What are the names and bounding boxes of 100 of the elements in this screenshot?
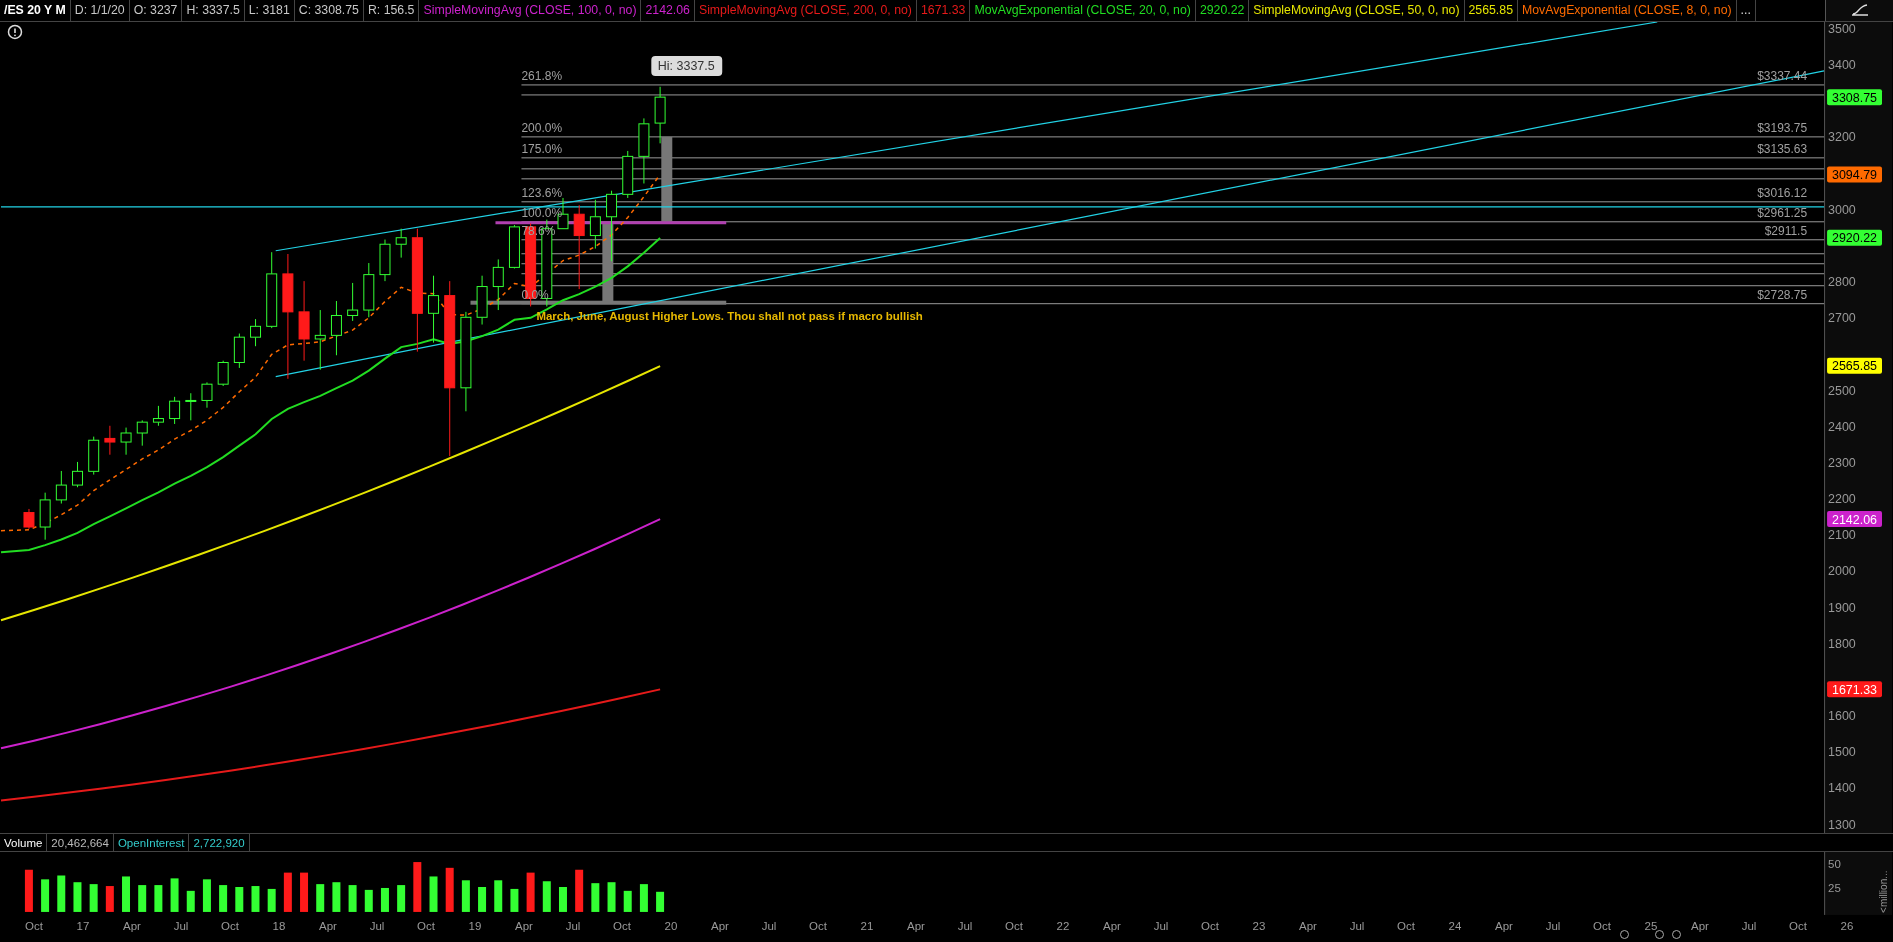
time-axis-label: Apr	[515, 920, 533, 933]
candlestick	[201, 381, 213, 409]
study-label[interactable]: SimpleMovingAvg (CLOSE, 50, 0, no)	[1249, 0, 1465, 21]
time-axis-label: 18	[272, 920, 286, 933]
candlestick	[217, 360, 229, 387]
time-axis-label: Oct	[1593, 920, 1611, 933]
time-axis-label: Jul	[761, 920, 777, 933]
candlestick	[622, 150, 634, 199]
price-axis-label: 1400	[1828, 781, 1856, 796]
price-axis-label: 3000	[1828, 202, 1856, 217]
fib-percent-label: 100.0%	[521, 205, 563, 220]
price-axis-label: 1500	[1828, 745, 1856, 760]
time-axis-label: Apr	[319, 920, 337, 933]
time-axis-label: Apr	[907, 920, 925, 933]
open-interest-label: OpenInterest	[113, 834, 190, 852]
candlestick	[72, 461, 83, 488]
study-label[interactable]: MovAvgExponential (CLOSE, 20, 0, no)	[970, 0, 1196, 21]
time-axis-label: Apr	[1103, 920, 1121, 933]
price-axis-label: 1600	[1828, 709, 1856, 724]
time-axis-label: Apr	[1691, 920, 1709, 933]
time-axis-label: Jul	[1545, 920, 1561, 933]
more-studies-button[interactable]: ...	[1736, 0, 1756, 21]
time-axis-label: Oct	[221, 920, 239, 933]
price-axis-label: 2700	[1828, 311, 1856, 326]
time-axis-label: Oct	[1397, 920, 1415, 933]
fib-percent-label: 123.6%	[521, 185, 563, 200]
candlestick	[379, 239, 391, 282]
candlestick	[508, 224, 520, 269]
time-axis-label: Jul	[1153, 920, 1169, 933]
time-axis-label: 25	[1644, 920, 1658, 933]
time-axis-label: Oct	[613, 920, 631, 933]
chart-style-icon[interactable]	[1850, 3, 1869, 18]
time-axis-label: 24	[1448, 920, 1462, 933]
candlestick	[428, 275, 440, 344]
candlestick	[330, 300, 342, 356]
candlestick	[589, 199, 601, 250]
time-axis-label: Jul	[369, 920, 385, 933]
time-axis-label: Oct	[1201, 920, 1219, 933]
candlestick	[250, 318, 262, 347]
time-axis-label: Apr	[1299, 920, 1317, 933]
fib-price-label: $2728.75	[1757, 287, 1808, 302]
volume-axis-label: 25	[1828, 882, 1841, 895]
time-axis-label: 19	[468, 920, 482, 933]
price-axis-label: 3400	[1828, 58, 1856, 73]
fib-price-label: $3016.12	[1757, 185, 1808, 200]
price-badge: 1671.33	[1827, 681, 1882, 698]
time-axis-label: Oct	[1005, 920, 1023, 933]
candlestick	[39, 492, 51, 541]
study-value: 2920.22	[1195, 0, 1250, 21]
quote-field: D: 1/1/20	[70, 0, 130, 21]
study-label[interactable]: SimpleMovingAvg (CLOSE, 100, 0, no)	[419, 0, 642, 21]
high-label: Hi: 3337.5	[651, 55, 723, 76]
time-axis-label: 26	[1840, 920, 1854, 933]
time-axis-label: Jul	[565, 920, 581, 933]
price-axis-label: 3200	[1828, 130, 1856, 145]
fib-percent-label: 200.0%	[521, 120, 563, 135]
fib-price-label: $3193.75	[1757, 120, 1808, 135]
study-label[interactable]: SimpleMovingAvg (CLOSE, 200, 0, no)	[694, 0, 917, 21]
time-axis-label: Apr	[1495, 920, 1513, 933]
price-axis-label: 1800	[1828, 636, 1856, 651]
time-axis-label: Oct	[417, 920, 435, 933]
price-axis-label: 2400	[1828, 419, 1856, 434]
symbol-label[interactable]: /ES 20 Y M	[0, 0, 71, 21]
volume-label: Volume	[0, 834, 48, 852]
time-axis-label: 22	[1056, 920, 1070, 933]
time-axis-label: Oct	[25, 920, 43, 933]
time-axis-label: Jul	[957, 920, 973, 933]
study-value: 2142.06	[641, 0, 695, 21]
time-axis-label: Oct	[809, 920, 827, 933]
candlestick	[606, 190, 618, 262]
time-axis-label: 21	[860, 920, 874, 933]
candlestick	[55, 470, 67, 504]
price-axis-label: 2200	[1828, 492, 1856, 507]
time-axis-label: 20	[664, 920, 678, 933]
price-axis-label: 1300	[1828, 817, 1856, 832]
price-axis-label: 1900	[1828, 600, 1856, 615]
price-axis-label: 2100	[1828, 528, 1856, 543]
volume-value: 20,462,664	[47, 834, 114, 852]
volume-axis-label: 50	[1828, 858, 1841, 871]
candlestick	[395, 228, 407, 259]
candlestick	[492, 258, 504, 311]
candlestick	[136, 419, 148, 447]
alert-icon[interactable]	[7, 24, 23, 40]
study-value: 1671.33	[916, 0, 971, 21]
candlestick	[169, 396, 181, 425]
candlestick	[120, 427, 132, 456]
candlestick	[347, 282, 359, 322]
fib-price-label: $3135.63	[1757, 141, 1808, 156]
candlestick	[638, 117, 650, 184]
study-value: 2565.85	[1464, 0, 1518, 21]
time-axis-label: 17	[76, 920, 90, 933]
price-badge: 3308.75	[1827, 89, 1882, 106]
open-interest-value: 2,722,920	[189, 834, 250, 852]
price-axis-label: 2500	[1828, 383, 1856, 398]
candlestick	[104, 425, 116, 456]
candlestick	[88, 436, 100, 476]
quote-field: H: 3337.5	[182, 0, 245, 21]
candlestick	[654, 86, 666, 144]
study-label[interactable]: MovAvgExponential (CLOSE, 8, 0, no)	[1517, 0, 1737, 21]
time-axis-label: Apr	[123, 920, 141, 933]
